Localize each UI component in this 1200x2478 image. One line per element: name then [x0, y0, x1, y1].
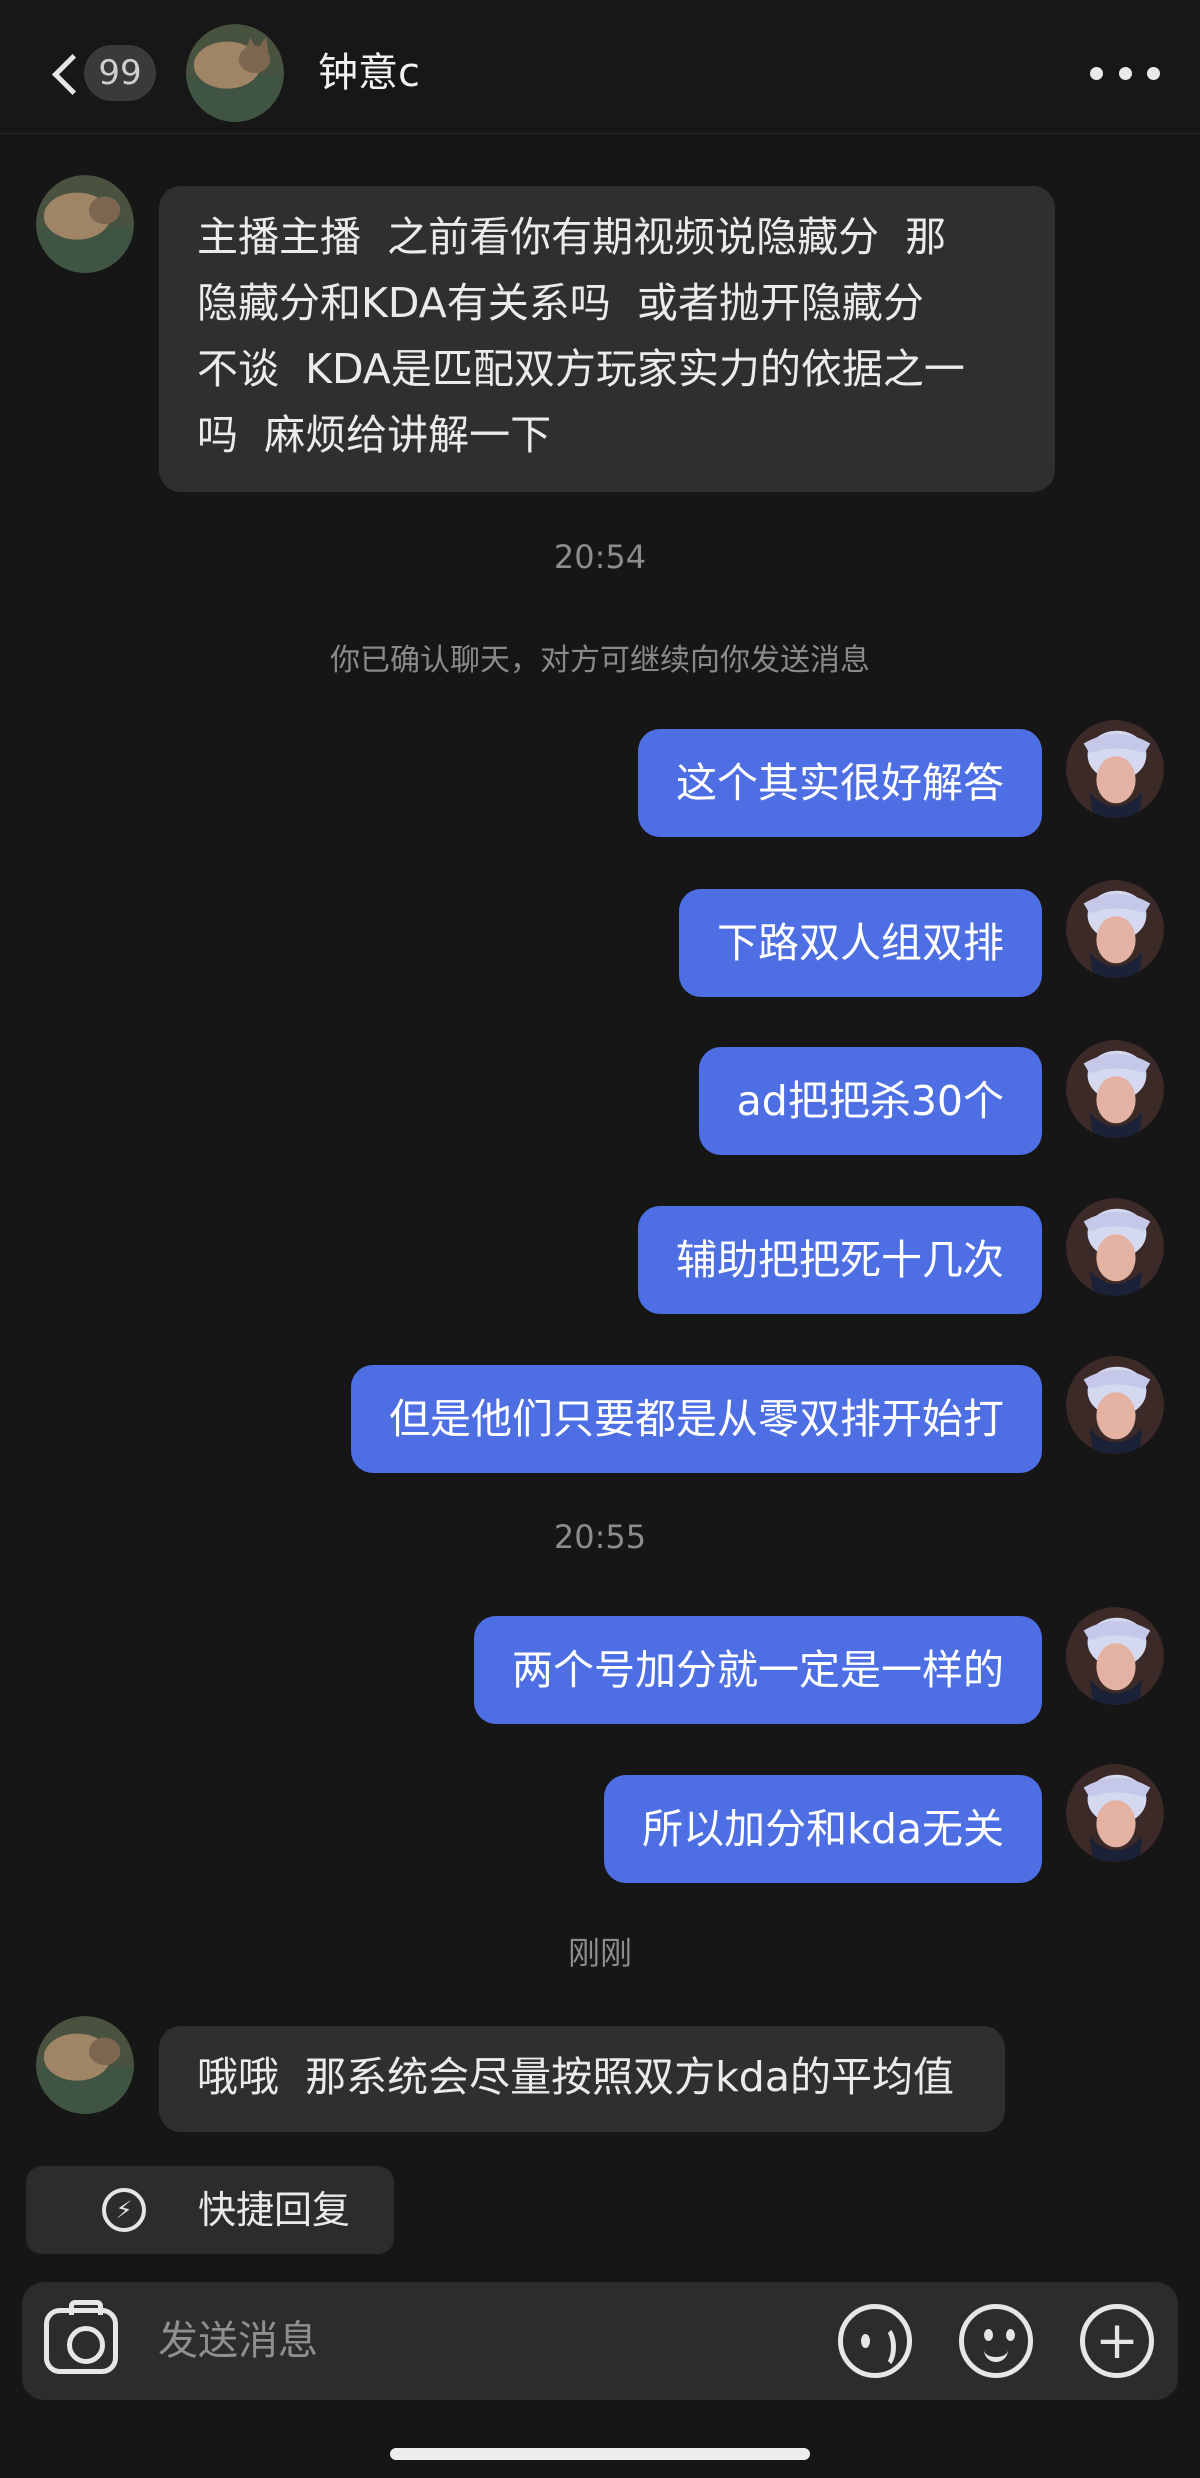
my-avatar[interactable]: [1066, 1356, 1164, 1454]
message-bubble-incoming[interactable]: 主播主播 之前看你有期视频说隐藏分 那 隐藏分和KDA有关系吗 或者抛开隐藏分 …: [159, 186, 1055, 492]
my-avatar[interactable]: [1066, 720, 1164, 818]
home-indicator[interactable]: [390, 2448, 810, 2460]
message-bubble-outgoing[interactable]: 所以加分和kda无关: [604, 1775, 1042, 1883]
timestamp: 20:55: [553, 1518, 647, 1556]
quick-reply-label: 快捷回复: [198, 2188, 351, 2232]
message-bubble-outgoing[interactable]: 两个号加分就一定是一样的: [474, 1616, 1042, 1724]
message-bubble-outgoing[interactable]: 辅助把把死十几次: [638, 1206, 1042, 1314]
unread-badge: 99: [84, 45, 156, 101]
message-bubble-outgoing[interactable]: 下路双人组双排: [679, 889, 1042, 997]
message-bubble-outgoing[interactable]: ad把把杀30个: [698, 1047, 1042, 1155]
message-bubble-outgoing[interactable]: 但是他们只要都是从零双排开始打: [351, 1365, 1042, 1473]
emoji-icon[interactable]: [959, 2304, 1033, 2378]
message-composer: +: [22, 2282, 1178, 2400]
lightning-icon: ⚡: [102, 2188, 146, 2232]
quick-reply-button[interactable]: ⚡ 快捷回复: [26, 2166, 394, 2254]
message-bubble-outgoing[interactable]: 这个其实很好解答: [638, 729, 1042, 837]
more-dots-icon[interactable]: [1090, 50, 1160, 96]
camera-icon[interactable]: [44, 2300, 118, 2374]
contact-avatar[interactable]: [186, 24, 284, 122]
my-avatar[interactable]: [1066, 1040, 1164, 1138]
back-chevron-icon: [44, 40, 84, 106]
plus-icon[interactable]: +: [1080, 2304, 1154, 2378]
timestamp: 刚刚: [567, 1934, 632, 1972]
message-bubble-incoming[interactable]: 哦哦 那系统会尽量按照双方kda的平均值: [159, 2026, 1005, 2132]
contact-name: 钟意c: [318, 50, 420, 96]
contact-avatar[interactable]: [36, 175, 134, 273]
timestamp: 20:54: [553, 538, 647, 576]
voice-icon[interactable]: [838, 2304, 912, 2378]
contact-avatar[interactable]: [36, 2016, 134, 2114]
my-avatar[interactable]: [1066, 1198, 1164, 1296]
system-notice: 你已确认聊天，对方可继续向你发送消息: [330, 643, 870, 678]
my-avatar[interactable]: [1066, 1607, 1164, 1705]
message-input[interactable]: [158, 2312, 818, 2370]
my-avatar[interactable]: [1066, 880, 1164, 978]
chat-header: 99 钟意c: [0, 0, 1200, 134]
back-button[interactable]: 99: [44, 40, 160, 106]
my-avatar[interactable]: [1066, 1764, 1164, 1862]
